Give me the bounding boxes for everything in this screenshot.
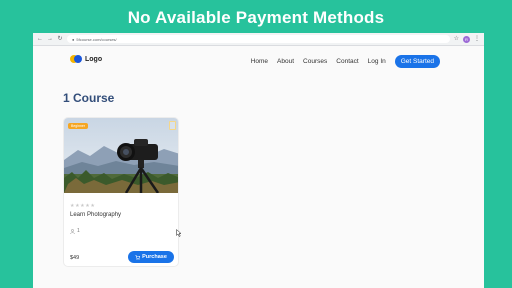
bookmark-star-icon[interactable]: ☆ [454, 36, 459, 42]
wishlist-icon[interactable] [169, 121, 176, 130]
camera-landscape-image [64, 118, 178, 193]
banner-title: No Available Payment Methods [127, 8, 385, 27]
nav-link-about[interactable]: About [277, 58, 294, 65]
enrolled-count-value: 1 [77, 228, 80, 234]
profile-avatar[interactable]: R [463, 35, 470, 43]
browser-toolbar: ← → ↻ ● 5fcourse.com/courses/ ☆ R ⋮ [33, 33, 484, 46]
purchase-button[interactable]: Purchase [128, 251, 174, 263]
site-header: Logo Home About Courses Contact Log In G… [33, 53, 484, 71]
user-icon [70, 228, 75, 234]
address-url: 5fcourse.com/courses/ [76, 36, 117, 42]
course-thumbnail[interactable]: Beginner [64, 118, 178, 193]
reload-icon[interactable]: ↻ [57, 36, 63, 42]
get-started-button[interactable]: Get Started [394, 55, 440, 68]
logo-text: Logo [85, 55, 103, 63]
lock-icon: ● [72, 36, 75, 42]
cart-icon [135, 254, 141, 260]
page-title: 1 Course [63, 91, 115, 105]
nav-link-home[interactable]: Home [251, 58, 268, 65]
nav-link-login[interactable]: Log In [368, 58, 386, 65]
course-card[interactable]: Beginner ★★★★★ Learn Photography 1 $49 P… [63, 117, 179, 267]
nav-link-courses[interactable]: Courses [303, 58, 327, 65]
browser-menu-icon[interactable]: ⋮ [474, 36, 480, 42]
logo-mark-icon [70, 55, 82, 63]
back-icon[interactable]: ← [37, 36, 43, 42]
course-title[interactable]: Learn Photography [70, 212, 121, 218]
main-nav: Home About Courses Contact Log In Get St… [251, 55, 440, 68]
level-badge: Beginner [68, 123, 89, 129]
browser-window: ← → ↻ ● 5fcourse.com/courses/ ☆ R ⋮ Logo… [33, 33, 484, 288]
course-price: $49 [70, 255, 80, 261]
forward-icon[interactable]: → [47, 36, 53, 42]
rating-stars: ★★★★★ [70, 203, 96, 209]
enrolled-count: 1 [70, 228, 80, 234]
mouse-cursor-icon [176, 229, 182, 237]
site-logo[interactable]: Logo [70, 55, 102, 63]
nav-link-contact[interactable]: Contact [336, 58, 358, 65]
purchase-label: Purchase [142, 254, 167, 260]
address-bar[interactable]: ● 5fcourse.com/courses/ [67, 35, 450, 43]
